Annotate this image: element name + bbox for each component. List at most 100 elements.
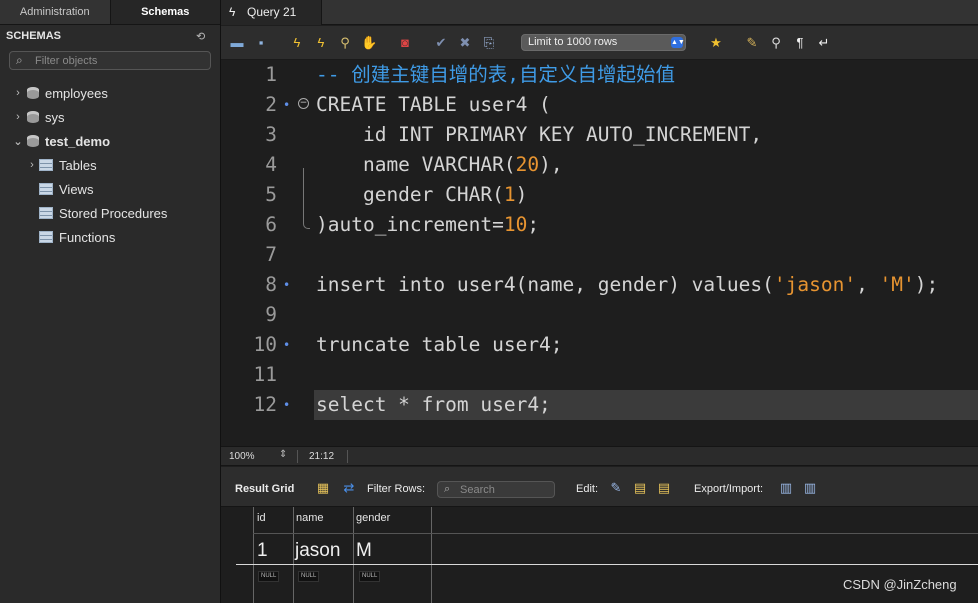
column-divider xyxy=(353,507,354,603)
column-divider xyxy=(431,507,432,603)
code-line[interactable]: 10 • truncate table user4; xyxy=(221,330,978,360)
schema-employees[interactable]: › employees xyxy=(12,83,108,103)
statement-marker-icon: • xyxy=(283,398,291,412)
execute-current-icon[interactable]: ϟ xyxy=(313,35,329,51)
code-line[interactable]: 9 xyxy=(221,300,978,330)
schemas-header: SCHEMAS xyxy=(6,30,62,42)
code-line[interactable]: 7 xyxy=(221,240,978,270)
open-folder-icon[interactable]: ▬ xyxy=(229,35,245,51)
null-badge[interactable]: NULL xyxy=(298,571,320,582)
code-line[interactable]: 4 name VARCHAR(20), xyxy=(221,150,978,180)
code-text: select * from user4; xyxy=(316,390,551,420)
filter-rows-label: Filter Rows: xyxy=(367,483,426,495)
zoom-stepper-icon[interactable]: ⇕ xyxy=(279,449,287,460)
filter-objects-field[interactable]: ⌕ xyxy=(9,51,211,70)
grid-view-icon[interactable]: ▦ xyxy=(315,480,331,495)
delete-row-icon[interactable]: ▤ xyxy=(656,480,672,495)
find-icon[interactable]: ⚲ xyxy=(768,35,784,51)
database-icon xyxy=(27,86,39,100)
rollback-icon[interactable]: ✖ xyxy=(457,35,473,51)
export-icon[interactable]: ▥ xyxy=(778,480,794,495)
tree-item-views[interactable]: Views xyxy=(26,179,93,199)
commit-icon[interactable]: ✔ xyxy=(433,35,449,51)
sidebar-tabs: Administration Schemas xyxy=(0,0,220,25)
schema-label: employees xyxy=(45,85,108,101)
cell-id[interactable]: 1 xyxy=(257,540,268,562)
tables-folder-icon xyxy=(39,159,53,171)
code-line[interactable]: 8 • insert into user4(name, gender) values… xyxy=(221,270,978,300)
tree-item-functions[interactable]: Functions xyxy=(26,227,115,247)
select-arrows-icon: ▲▼ xyxy=(671,37,685,48)
code-line[interactable]: 11 xyxy=(221,360,978,390)
edit-label: Edit: xyxy=(576,483,599,495)
chevron-right-icon[interactable]: › xyxy=(12,87,24,99)
filter-objects-input[interactable] xyxy=(35,53,205,68)
beautify-icon[interactable]: ✎ xyxy=(744,35,760,51)
tab-administration[interactable]: Administration xyxy=(0,0,110,24)
autocommit-icon[interactable]: ⎘ xyxy=(481,35,497,51)
edit-row-icon[interactable]: ✎ xyxy=(608,480,624,495)
import-icon[interactable]: ▥ xyxy=(802,480,818,495)
header-divider xyxy=(253,533,978,534)
code-line[interactable]: 2 • CREATE TABLE user4 ( xyxy=(221,90,978,120)
toggle-error-icon[interactable]: ◙ xyxy=(397,35,413,51)
code-token: 20 xyxy=(515,153,540,176)
divider xyxy=(347,450,348,463)
filter-rows-field[interactable]: ⌕ xyxy=(437,481,555,498)
limit-rows-select[interactable]: Limit to 1000 rows ▲▼ xyxy=(521,34,686,51)
code-token: id INT PRIMARY KEY AUTO_INCREMENT, xyxy=(316,123,763,146)
line-number: 3 xyxy=(265,123,277,146)
code-token: 10 xyxy=(503,213,528,236)
schema-test-demo[interactable]: ⌄ test_demo xyxy=(12,131,110,151)
line-number: 1 xyxy=(265,63,277,86)
refresh-icon[interactable]: ⇄ xyxy=(341,480,357,495)
code-text: id INT PRIMARY KEY AUTO_INCREMENT, xyxy=(316,120,762,150)
explain-icon[interactable]: ⚲ xyxy=(337,35,353,51)
column-header-name[interactable]: name xyxy=(296,512,324,524)
code-token: name VARCHAR( xyxy=(316,153,516,176)
column-header-gender[interactable]: gender xyxy=(356,512,390,524)
code-token: truncate table user4; xyxy=(316,333,563,356)
filter-rows-input[interactable] xyxy=(460,483,550,496)
code-line[interactable]: 6)auto_increment=10; xyxy=(221,210,978,240)
invisible-chars-icon[interactable]: ¶ xyxy=(792,35,808,51)
stop-icon[interactable]: ✋ xyxy=(361,35,377,51)
line-number: 12 xyxy=(253,393,277,416)
chevron-right-icon[interactable]: › xyxy=(12,111,24,123)
tab-query-21[interactable]: ϟ Query 21 xyxy=(221,0,322,25)
statement-marker-icon: • xyxy=(283,98,291,112)
watermark: CSDN @JinZcheng xyxy=(843,577,957,592)
tree-item-label: Functions xyxy=(59,229,116,245)
cell-name[interactable]: jason xyxy=(295,540,340,562)
code-line[interactable]: 3 id INT PRIMARY KEY AUTO_INCREMENT, xyxy=(221,120,978,150)
editor-status-bar: 100% ⇕ 21:12 xyxy=(221,446,978,466)
save-icon[interactable]: ▪ xyxy=(253,35,269,51)
tree-item-tables[interactable]: › Tables xyxy=(26,155,96,175)
schema-refresh-icon[interactable]: ⟲ xyxy=(196,30,205,43)
zoom-level[interactable]: 100% xyxy=(229,451,255,462)
result-grid-label[interactable]: Result Grid xyxy=(235,483,294,495)
null-badge[interactable]: NULL xyxy=(359,571,381,582)
execute-icon[interactable]: ϟ xyxy=(289,35,305,51)
sql-editor[interactable]: − 1 -- 创建主键自增的表,自定义自增起始值 2 • CREATE TABLE us… xyxy=(221,60,978,446)
code-line[interactable]: 5 gender CHAR(1) xyxy=(221,180,978,210)
code-token: ), xyxy=(539,153,563,176)
database-icon xyxy=(27,134,39,148)
column-header-id[interactable]: id xyxy=(257,512,266,524)
divider xyxy=(297,450,298,463)
column-divider xyxy=(253,507,254,603)
export-import-label: Export/Import: xyxy=(694,483,764,495)
code-line[interactable]: 1 -- 创建主键自增的表,自定义自增起始值 xyxy=(221,60,978,90)
code-line[interactable]: 12 • select * from user4; xyxy=(221,390,978,420)
null-badge[interactable]: NULL xyxy=(258,571,280,582)
cell-gender[interactable]: M xyxy=(356,540,372,562)
query-tab-bar: ϟ Query 21 xyxy=(221,0,978,25)
schema-sys[interactable]: › sys xyxy=(12,107,64,127)
chevron-down-icon[interactable]: ⌄ xyxy=(12,135,24,148)
tab-schemas[interactable]: Schemas xyxy=(109,0,220,24)
bookmark-icon[interactable]: ★ xyxy=(708,35,724,51)
tree-item-stored-procedures[interactable]: Stored Procedures xyxy=(26,203,167,223)
chevron-right-icon[interactable]: › xyxy=(26,159,38,171)
wrap-icon[interactable]: ↵ xyxy=(816,35,832,51)
add-row-icon[interactable]: ▤ xyxy=(632,480,648,495)
